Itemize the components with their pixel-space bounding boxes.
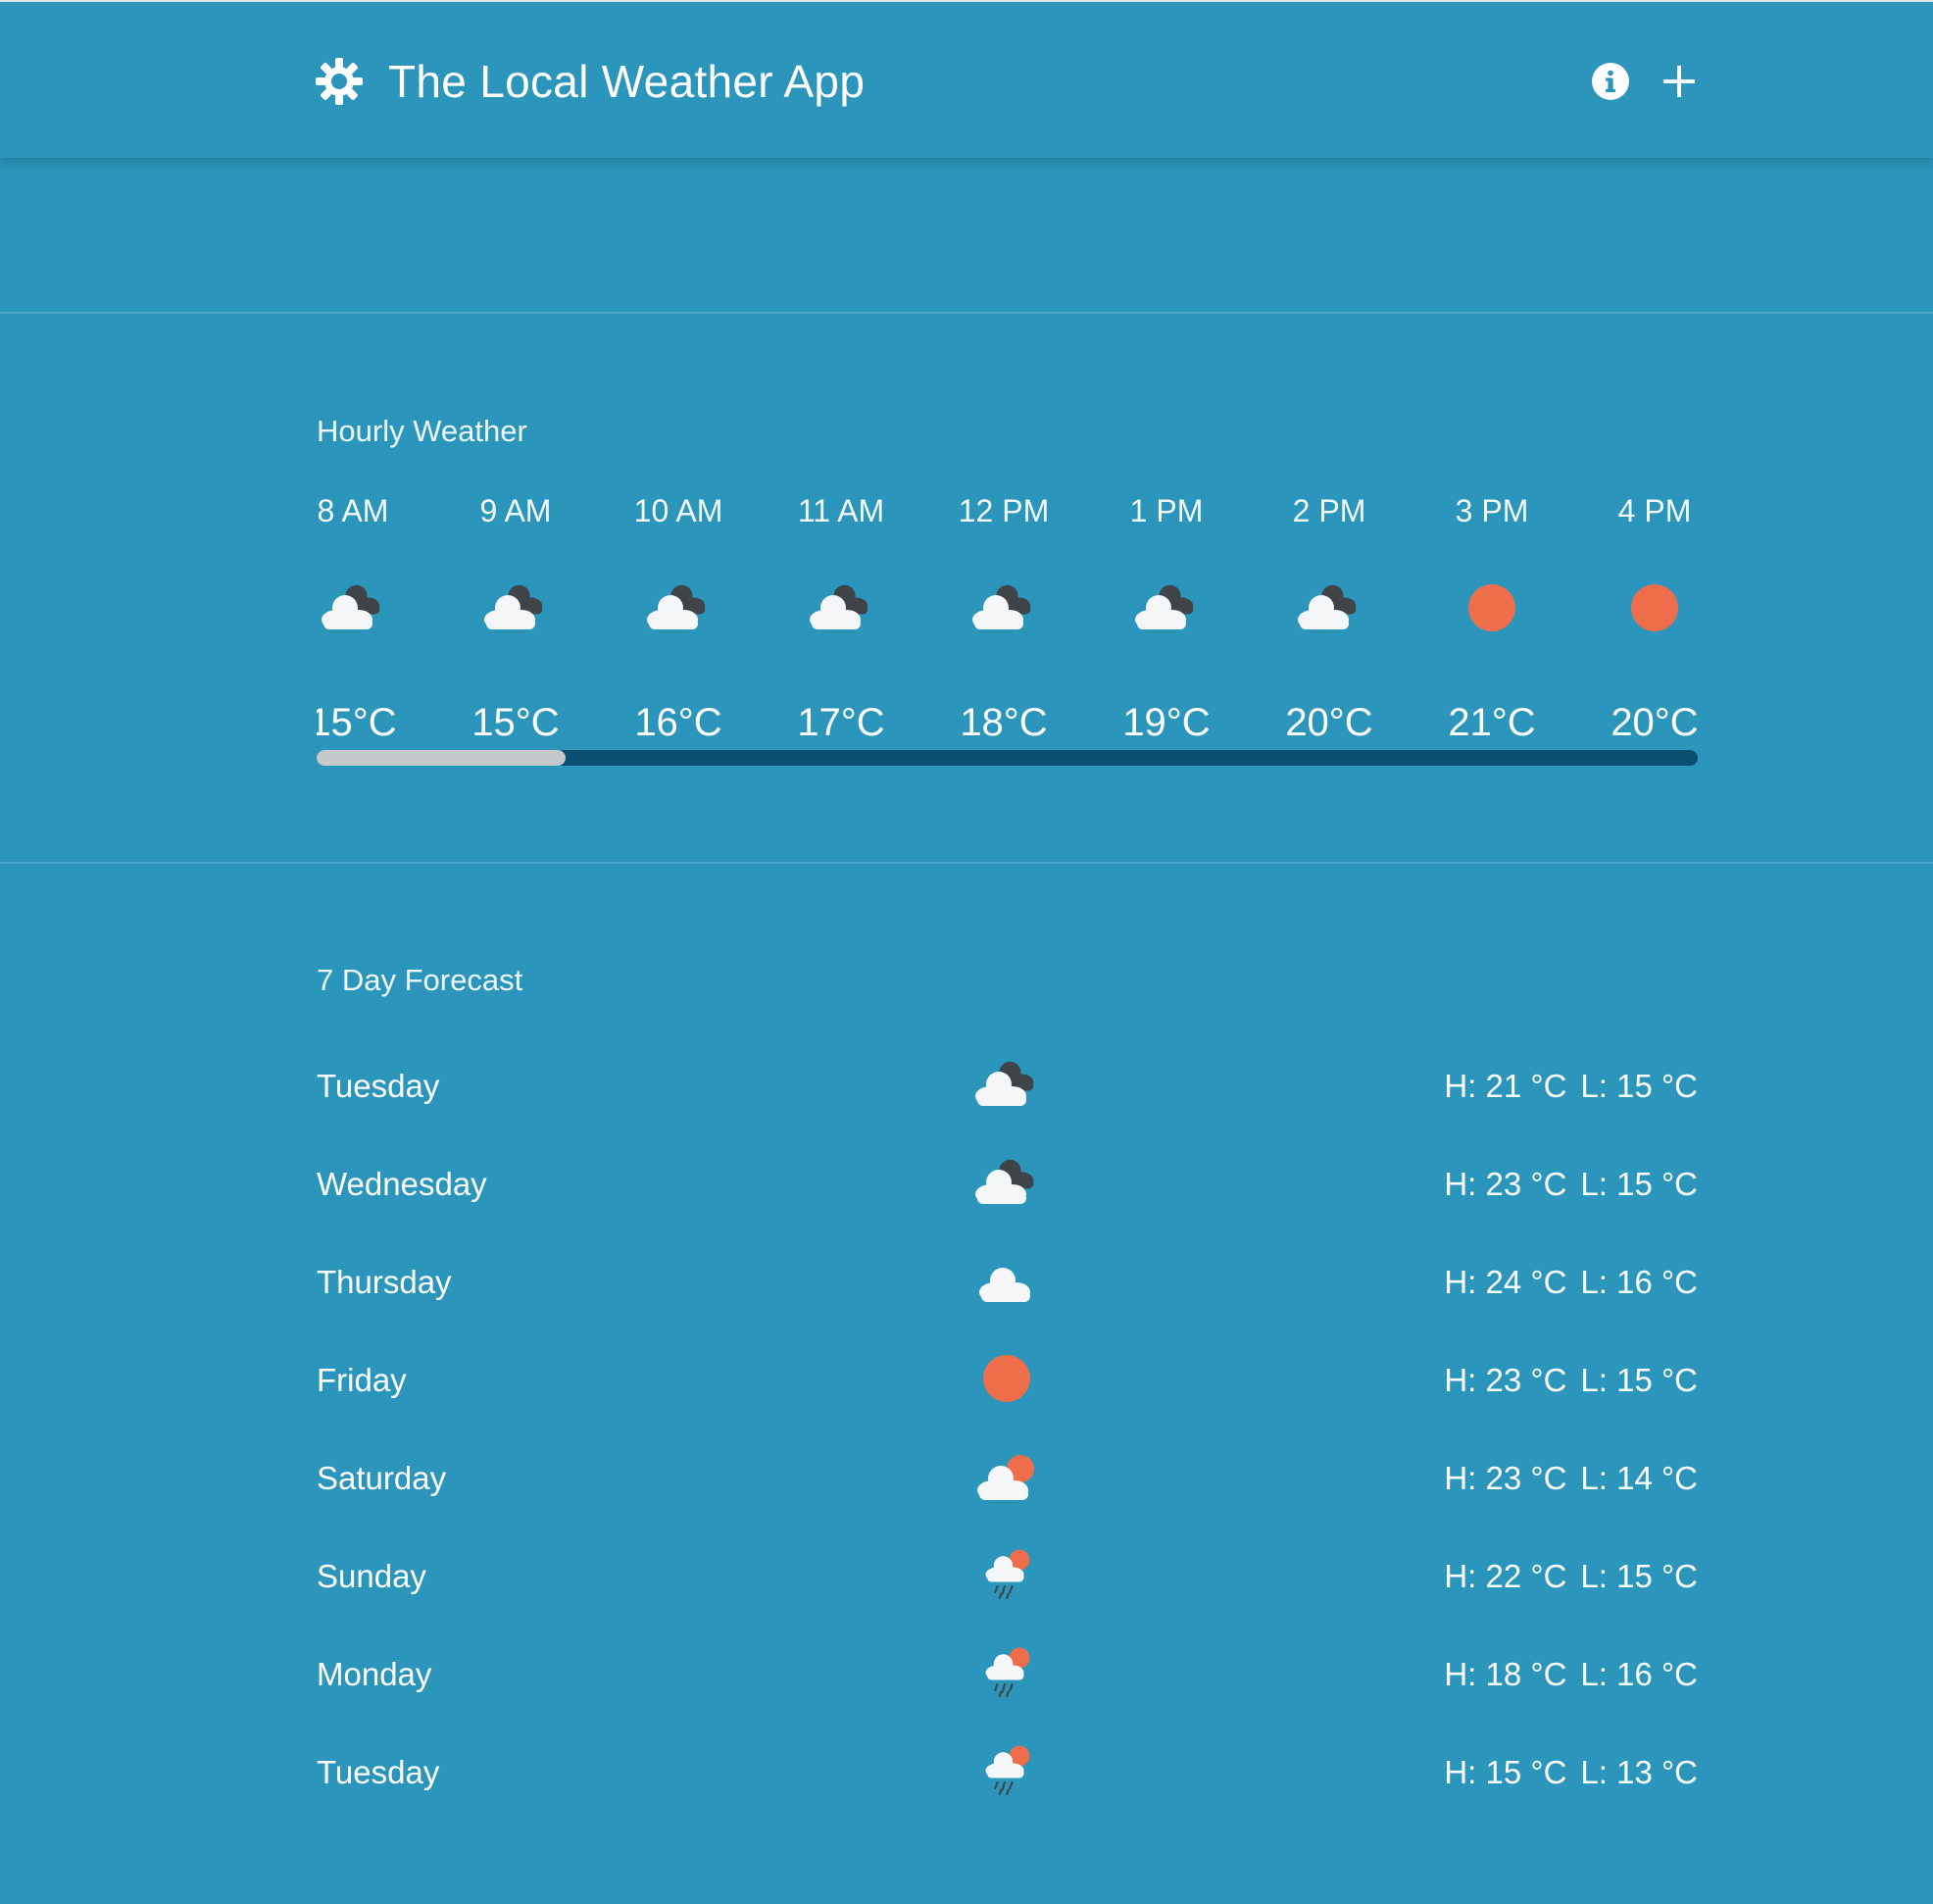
forecast-row: Sunday H: 22 °C L: 15 °C (317, 1526, 1698, 1624)
hourly-temp: 15°C (317, 701, 397, 744)
forecast-day: Thursday (317, 1264, 452, 1300)
hourly-item: 1 PM 19°C (1093, 480, 1240, 745)
hourly-temp: 15°C (471, 701, 560, 744)
hourly-scrollbar[interactable] (317, 750, 1698, 766)
info-icon[interactable] (1590, 61, 1631, 102)
hourly-time: 1 PM (1129, 493, 1204, 528)
forecast-high: H: 21 °C (1444, 1068, 1567, 1104)
forecast-low: L: 15 °C (1580, 1068, 1698, 1104)
app-title: The Local Weather App (388, 56, 866, 107)
cloudy-icon (322, 584, 380, 629)
rain-sun-icon (985, 1549, 1030, 1600)
hourly-temp: 18°C (960, 701, 1048, 744)
forecast-day: Tuesday (317, 1754, 440, 1790)
plus-icon[interactable] (1659, 61, 1700, 102)
forecast-temps: H: 23 °C L: 14 °C (1444, 1457, 1698, 1500)
forecast-low: L: 15 °C (1580, 1166, 1698, 1202)
forecast-low: L: 16 °C (1580, 1656, 1698, 1692)
forecast-day: Tuesday (317, 1068, 440, 1104)
forecast-low: L: 13 °C (1580, 1754, 1698, 1790)
hourly-temp: 20°C (1285, 701, 1373, 744)
forecast-day: Saturday (317, 1460, 447, 1496)
forecast-temps: H: 18 °C L: 16 °C (1444, 1653, 1698, 1696)
hourly-scrollbar-thumb[interactable] (317, 750, 566, 766)
hourly-weather-strip[interactable]: 8 AM 15°C 9 AM 15°C 10 AM 16°C 11 AM 17°… (317, 480, 1698, 765)
forecast-high: H: 18 °C (1444, 1656, 1567, 1692)
forecast-high: H: 23 °C (1444, 1460, 1567, 1496)
sun-icon (1631, 584, 1678, 631)
forecast-temps: H: 15 °C L: 13 °C (1444, 1751, 1698, 1794)
hourly-item: 10 AM 16°C (605, 480, 752, 745)
forecast-row: Tuesday H: 21 °C L: 15 °C (317, 1035, 1698, 1133)
hourly-time: 2 PM (1292, 493, 1366, 528)
hourly-temp: 16°C (634, 701, 722, 744)
rain-sun-icon (985, 1745, 1030, 1796)
cloudy-icon (975, 1159, 1034, 1204)
hourly-item: 4 PM 20°C (1581, 480, 1698, 745)
forecast-title: 7 Day Forecast (317, 963, 523, 997)
forecast-high: H: 15 °C (1444, 1754, 1567, 1790)
forecast-row: Monday H: 18 °C L: 16 °C (317, 1624, 1698, 1722)
forecast-day: Wednesday (317, 1166, 487, 1202)
section-divider (0, 862, 1933, 864)
forecast-day: Monday (317, 1656, 432, 1692)
forecast-temps: H: 21 °C L: 15 °C (1444, 1065, 1698, 1108)
forecast-day: Sunday (317, 1558, 426, 1594)
hourly-time: 4 PM (1617, 493, 1692, 528)
hourly-time: 10 AM (633, 493, 723, 528)
hourly-time: 12 PM (958, 493, 1050, 528)
forecast-high: H: 22 °C (1444, 1558, 1567, 1594)
forecast-low: L: 15 °C (1580, 1558, 1698, 1594)
cloudy-icon (810, 584, 868, 629)
cloudy-icon (1135, 584, 1194, 629)
forecast-high: H: 24 °C (1444, 1264, 1567, 1300)
forecast-low: L: 14 °C (1580, 1460, 1698, 1496)
forecast-row: Friday H: 23 °C L: 15 °C (317, 1329, 1698, 1428)
hourly-item: 9 AM 15°C (442, 480, 589, 745)
forecast-row: Saturday H: 23 °C L: 14 °C (317, 1428, 1698, 1526)
section-divider (0, 312, 1933, 314)
forecast-row: Thursday H: 24 °C L: 16 °C (317, 1231, 1698, 1329)
hourly-item: 11 AM 17°C (768, 480, 915, 745)
forecast-row: Tuesday H: 15 °C L: 13 °C (317, 1722, 1698, 1820)
hourly-item: 3 PM 21°C (1418, 480, 1565, 745)
cloudy-icon (972, 584, 1031, 629)
forecast-row: Wednesday H: 23 °C L: 15 °C (317, 1133, 1698, 1231)
forecast-day: Friday (317, 1362, 407, 1398)
hourly-temp: 21°C (1448, 701, 1536, 744)
rain-sun-icon (985, 1647, 1030, 1698)
hourly-time: 9 AM (479, 493, 552, 528)
cloudy-icon (647, 584, 706, 629)
forecast-temps: H: 22 °C L: 15 °C (1444, 1555, 1698, 1598)
forecast-low: L: 15 °C (1580, 1362, 1698, 1398)
hourly-temp: 19°C (1122, 701, 1211, 744)
hourly-time: 11 AM (797, 493, 885, 528)
forecast-low: L: 16 °C (1580, 1264, 1698, 1300)
forecast-high: H: 23 °C (1444, 1166, 1567, 1202)
cloud-icon (979, 1268, 1030, 1302)
sun-icon (983, 1355, 1030, 1402)
hourly-item: 12 PM 18°C (930, 480, 1077, 745)
cloudy-icon (484, 584, 543, 629)
cloudy-icon (1298, 584, 1357, 629)
hourly-weather-title: Hourly Weather (317, 414, 527, 448)
hourly-time: 8 AM (317, 493, 389, 528)
hourly-time: 3 PM (1455, 493, 1529, 528)
forecast-temps: H: 24 °C L: 16 °C (1444, 1261, 1698, 1304)
app-bar: The Local Weather App (0, 0, 1933, 158)
hourly-temp: 17°C (797, 701, 885, 744)
cloudy-icon (975, 1061, 1034, 1106)
forecast-temps: H: 23 °C L: 15 °C (1444, 1163, 1698, 1206)
hourly-item: 8 AM 15°C (317, 480, 426, 745)
hourly-item: 2 PM 20°C (1256, 480, 1403, 745)
sun-icon (1468, 584, 1515, 631)
gear-sun-icon (316, 58, 363, 105)
forecast-high: H: 23 °C (1444, 1362, 1567, 1398)
hourly-temp: 20°C (1611, 701, 1698, 744)
forecast-temps: H: 23 °C L: 15 °C (1444, 1359, 1698, 1402)
partly-sunny-icon (977, 1455, 1034, 1500)
